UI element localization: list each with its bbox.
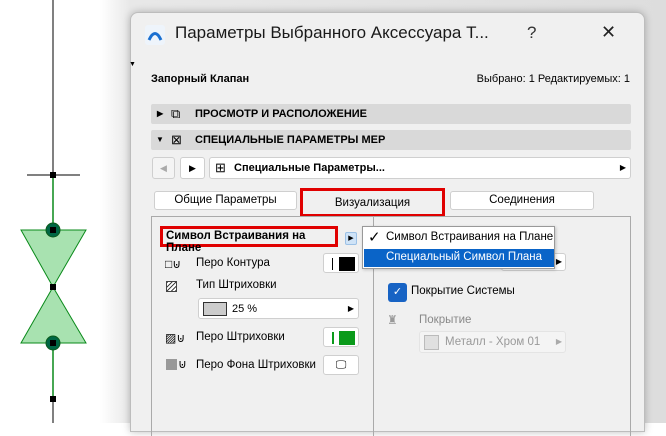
hatch-pen-icon: ▨⊍ — [165, 331, 186, 345]
chevron-right-icon: ▶ — [347, 304, 354, 313]
section-label: СПЕЦИАЛЬНЫЕ ПАРАМЕТРЫ MEP — [195, 134, 386, 146]
system-surface-checkbox[interactable]: ✓ — [388, 283, 407, 302]
hatch-pen-label: Перо Штриховки — [196, 331, 285, 343]
hatch-bg-pen-icon — [166, 359, 177, 370]
page-select-value: Специальные Параметры... — [234, 162, 385, 174]
hatch-type-select[interactable]: 25 % ▶ — [198, 298, 359, 319]
valve-drawing — [20, 0, 87, 423]
element-name: Запорный Клапан — [151, 73, 250, 85]
paint-brush-icon: ♜ — [387, 313, 398, 327]
section-label: ПРОСМОТР И РАСПОЛОЖЕНИЕ — [195, 108, 368, 120]
hatch-bg-pen-label: Перо Фона Штриховки — [196, 359, 316, 371]
option-label: Специальный Символ Плана — [386, 251, 543, 263]
hatch-pattern-preview — [203, 302, 227, 316]
close-button[interactable]: ✕ — [601, 22, 616, 43]
hatch-pen-swatch[interactable] — [323, 327, 359, 347]
chevron-right-icon: ▶ — [555, 337, 562, 346]
symbol-dropdown-menu: ✓ Символ Встраивания на Плане Специальны… — [362, 226, 555, 269]
hatch-bg-pen-swatch[interactable]: 🖵 — [323, 355, 359, 375]
surface-swatch — [424, 335, 439, 350]
valve-triangle-top — [20, 229, 87, 289]
view-placement-icon: ⧉ — [171, 106, 181, 121]
contour-pen-label: Перо Контура — [196, 257, 270, 269]
dialog-title: Параметры Выбранного Аксессуара Т... — [175, 23, 489, 42]
symbol-select-label[interactable]: Символ Встраивания на Плане — [160, 226, 338, 254]
tab-general[interactable]: Общие Параметры — [154, 191, 297, 210]
pen-icon: ⊍ — [178, 357, 187, 371]
collapse-arrow-icon: ▼ — [156, 135, 164, 144]
collapse-arrow-icon: ▼ — [129, 61, 136, 68]
section-mep-params[interactable]: ▼ ⊠ СПЕЦИАЛЬНЫЕ ПАРАМЕТРЫ MEP — [151, 130, 631, 150]
hotspot — [50, 396, 56, 402]
contour-pen-swatch[interactable] — [323, 253, 359, 273]
help-button[interactable]: ? — [527, 23, 536, 43]
contour-pen-icon: □⊍ — [165, 257, 182, 271]
hotspot — [50, 172, 56, 178]
valve-triangle-bottom — [20, 286, 87, 344]
hotspot — [50, 284, 56, 290]
surface-value: Металл - Хром 01 — [445, 336, 541, 348]
symbol-select-arrow[interactable]: ▶ — [345, 232, 357, 245]
hatch-type-icon — [166, 281, 177, 292]
settings-dialog: Параметры Выбранного Аксессуара Т... ? ✕… — [129, 12, 645, 436]
surface-select[interactable]: Металл - Хром 01 ▶ — [419, 331, 566, 353]
hatch-type-label: Тип Штриховки — [196, 279, 277, 291]
selection-count: Выбрано: 1 Редактируемых: 1 — [476, 73, 630, 85]
dropdown-option-embedded[interactable]: ✓ Символ Встраивания на Плане — [363, 227, 554, 249]
surface-label: Покрытие — [419, 314, 472, 326]
expand-arrow-icon: ▶ — [157, 109, 164, 118]
page-select[interactable]: ⊞ Специальные Параметры... ▶ — [209, 157, 631, 179]
dropdown-option-special[interactable]: Специальный Символ Плана — [364, 249, 554, 267]
next-page-button[interactable]: ▶ — [180, 157, 205, 179]
tab-visualization[interactable]: Визуализация — [303, 195, 442, 214]
hotspot — [50, 340, 56, 346]
hatch-value: 25 % — [232, 303, 258, 315]
system-surface-label: Покрытие Системы — [411, 285, 515, 297]
option-label: Символ Встраивания на Плане — [386, 231, 554, 243]
mep-params-icon: ⊠ — [171, 132, 182, 147]
app-logo-icon — [145, 25, 165, 45]
params-tree-icon: ⊞ — [215, 160, 226, 175]
tab-connections[interactable]: Соединения — [450, 191, 594, 210]
chevron-right-icon: ▶ — [619, 163, 626, 172]
prev-page-button[interactable]: ◀ — [152, 157, 175, 179]
section-view-placement[interactable]: ▶ ⧉ ПРОСМОТР И РАСПОЛОЖЕНИЕ — [151, 104, 631, 124]
hotspot — [50, 227, 56, 233]
checkmark-icon: ✓ — [368, 229, 381, 246]
